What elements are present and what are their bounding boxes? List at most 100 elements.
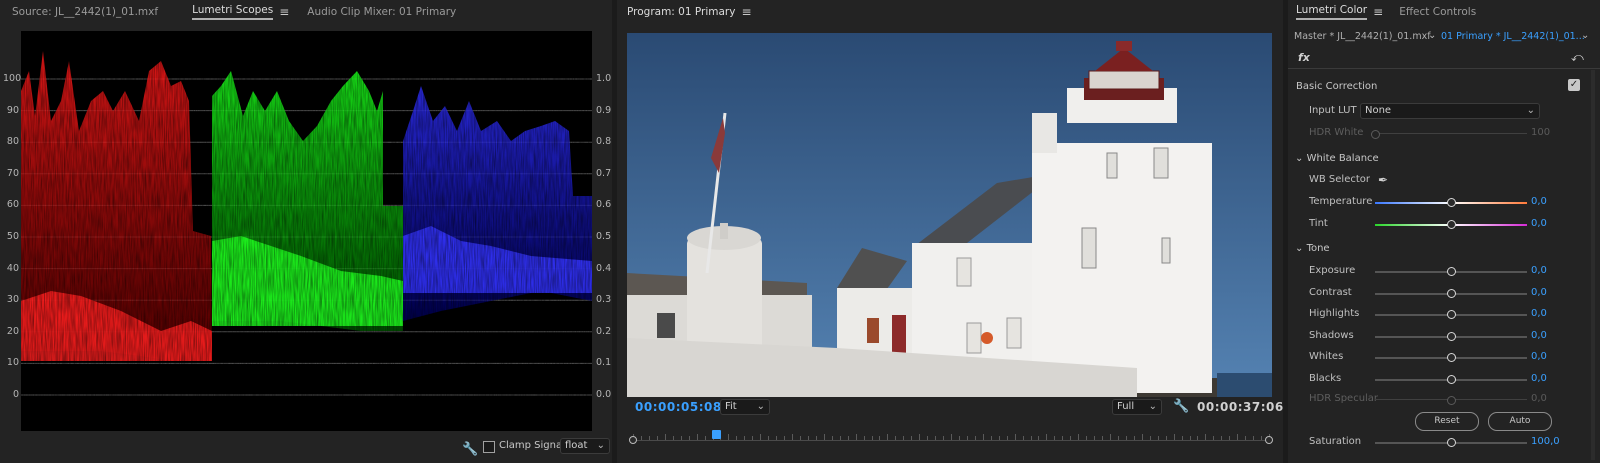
tab-audio-clip-mixer[interactable]: Audio Clip Mixer: 01 Primary (307, 6, 456, 18)
wrench-icon[interactable]: 🔧 (462, 442, 478, 457)
saturation-slider[interactable] (1375, 438, 1527, 447)
temperature-value[interactable]: 0,0 (1531, 196, 1547, 207)
blacks-row: Blacks 0,0 (1288, 370, 1600, 390)
contrast-value[interactable]: 0,0 (1531, 287, 1547, 298)
input-lut-select[interactable]: None ⌄ (1360, 103, 1540, 119)
basic-correction-header[interactable]: Basic Correction (1296, 81, 1377, 92)
input-lut-label: Input LUT (1309, 105, 1357, 116)
wrench-icon[interactable]: 🔧 (1173, 399, 1189, 414)
zoom-fit-select[interactable]: Fit ⌄ (720, 399, 770, 415)
whites-value[interactable]: 0,0 (1531, 351, 1547, 362)
ruler-tick (982, 434, 984, 440)
contrast-slider[interactable] (1375, 288, 1527, 298)
panel-scrollbar[interactable] (1591, 70, 1595, 460)
chevron-down-icon: ⌄ (596, 440, 605, 451)
tab-lumetri-scopes-label: Lumetri Scopes (192, 4, 274, 20)
exposure-slider[interactable] (1375, 267, 1527, 276)
ruler-tick (640, 436, 642, 440)
tone-header[interactable]: ⌄ Tone (1295, 243, 1330, 254)
eyedropper-icon[interactable]: ✒ (1378, 173, 1388, 187)
fx-badge-icon[interactable]: fx (1298, 51, 1310, 64)
ruler-tick (847, 436, 849, 440)
panel-menu-icon[interactable]: ≡ (1373, 5, 1383, 19)
blacks-value[interactable]: 0,0 (1531, 373, 1547, 384)
ruler-tick (839, 436, 841, 440)
ruler-tick (1237, 434, 1239, 440)
tab-lumetri-scopes[interactable]: Lumetri Scopes ≡ (192, 4, 289, 20)
shadows-value[interactable]: 0,0 (1531, 330, 1547, 341)
scope-scale-left-label: 80 (6, 136, 19, 148)
program-tab-bar: Program: 01 Primary ≡ (617, 0, 1283, 24)
exposure-value[interactable]: 0,0 (1531, 265, 1547, 276)
sequence-clip-label[interactable]: 01 Primary * JL__2442(1)_01... (1441, 31, 1585, 42)
tint-knob[interactable] (1447, 220, 1456, 229)
saturation-value[interactable]: 100,0 (1531, 436, 1560, 447)
panel-menu-icon[interactable]: ≡ (741, 5, 751, 19)
saturation-knob[interactable] (1447, 438, 1456, 447)
in-point-handle[interactable] (629, 436, 637, 444)
tab-lumetri-color[interactable]: Lumetri Color ≡ (1296, 4, 1383, 20)
tab-source[interactable]: Source: JL__2442(1)_01.mxf (12, 6, 158, 18)
master-clip-label[interactable]: Master * JL__2442(1)_01.mxf (1294, 31, 1431, 42)
chevron-down-icon[interactable]: ⌄ (1428, 30, 1436, 41)
white-balance-header[interactable]: ⌄ White Balance (1295, 153, 1379, 164)
highlights-knob[interactable] (1447, 310, 1456, 319)
tab-program[interactable]: Program: 01 Primary ≡ (627, 5, 752, 19)
blacks-knob[interactable] (1447, 374, 1456, 384)
reset-button-label: Reset (1434, 416, 1460, 426)
temperature-label: Temperature (1309, 196, 1373, 207)
ruler-tick (656, 436, 658, 440)
scope-scale-right-label: 0.6 (596, 199, 612, 211)
clamp-signal-checkbox[interactable] (483, 441, 495, 453)
shadows-slider[interactable] (1375, 331, 1527, 341)
program-time-ruler[interactable] (629, 430, 1273, 448)
chevron-down-icon[interactable]: ⌄ (1581, 30, 1589, 41)
clip-selector-row: Master * JL__2442(1)_01.mxf ⌄ 01 Primary… (1288, 30, 1600, 46)
highlights-value[interactable]: 0,0 (1531, 308, 1547, 319)
lighthouse-image (627, 33, 1272, 397)
tint-value[interactable]: 0,0 (1531, 218, 1547, 229)
panel-menu-icon[interactable]: ≡ (279, 5, 289, 19)
ruler-tick (736, 436, 738, 440)
exposure-row: Exposure 0,0 (1288, 262, 1600, 282)
basic-correction-enable-checkbox[interactable]: ✓ (1568, 79, 1580, 91)
program-video-frame[interactable] (627, 33, 1272, 397)
chevron-down-icon: ⌄ (1148, 401, 1157, 412)
playhead[interactable] (711, 430, 721, 439)
reset-effect-icon[interactable]: ⤺ (1571, 50, 1584, 65)
tint-slider[interactable] (1375, 220, 1527, 229)
shadows-knob[interactable] (1447, 331, 1456, 341)
zoom-fit-value: Fit (725, 401, 737, 412)
ruler-tick (935, 436, 937, 440)
blacks-slider[interactable] (1375, 374, 1527, 384)
whites-slider[interactable] (1375, 353, 1527, 362)
bit-depth-select[interactable]: float ⌄ (560, 438, 610, 454)
ruler-tick (974, 436, 976, 440)
current-timecode[interactable]: 00:00:05:08 (635, 400, 722, 414)
temperature-slider[interactable] (1375, 198, 1527, 207)
lumetri-scopes-panel: Source: JL__2442(1)_01.mxf Lumetri Scope… (0, 0, 612, 463)
ruler-tick (1165, 436, 1167, 440)
ruler-tick (903, 436, 905, 440)
whites-knob[interactable] (1447, 353, 1456, 362)
ruler-tick (1078, 434, 1080, 440)
highlights-slider[interactable] (1375, 310, 1527, 319)
ruler-tick (1157, 436, 1159, 440)
exposure-knob[interactable] (1447, 267, 1456, 276)
reset-button[interactable]: Reset (1415, 412, 1479, 431)
auto-button[interactable]: Auto (1488, 412, 1552, 431)
out-point-handle[interactable] (1265, 436, 1273, 444)
ruler-tick (1054, 436, 1056, 440)
ruler-tick (887, 434, 889, 440)
tab-effect-controls[interactable]: Effect Controls (1399, 6, 1476, 18)
chevron-down-icon: ⌄ (756, 401, 765, 412)
scope-scale-right-label: 0.3 (596, 294, 612, 306)
playback-resolution-select[interactable]: Full ⌄ (1112, 399, 1162, 415)
temperature-knob[interactable] (1447, 198, 1456, 207)
bit-depth-value: float (565, 440, 588, 451)
ruler-tick (1086, 436, 1088, 440)
scope-scale-right-label: 0.7 (596, 167, 612, 179)
ruler-tick (958, 436, 960, 440)
ruler-tick (1221, 436, 1223, 440)
contrast-knob[interactable] (1447, 288, 1456, 298)
